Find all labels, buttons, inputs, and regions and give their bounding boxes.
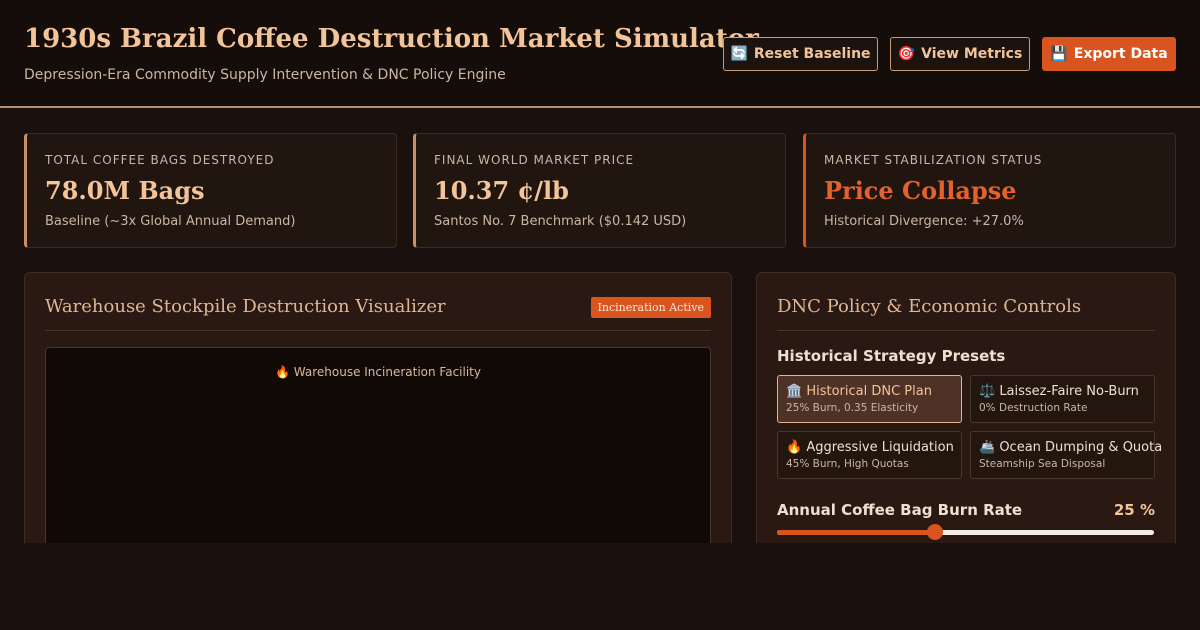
burn-rate-value: 25 % [1113, 501, 1155, 519]
visualizer-title: Warehouse Stockpile Destruction Visualiz… [45, 296, 446, 317]
preset-name: 🏛️ Historical DNC Plan [786, 384, 932, 399]
background [0, 543, 1200, 630]
stat-label: MARKET STABILIZATION STATUS [824, 153, 1043, 167]
slider-thumb[interactable] [927, 524, 944, 540]
divider [45, 330, 711, 331]
reset-baseline-label: Reset Baseline [753, 46, 871, 62]
preset-desc: 45% Burn, High Quotas [786, 458, 909, 470]
view-metrics-button[interactable]: 🎯 View Metrics [890, 37, 1030, 71]
preset-historical-dnc-plan[interactable]: 🏛️ Historical DNC Plan 25% Burn, 0.35 El… [777, 375, 962, 423]
stat-card-stabilization-status: MARKET STABILIZATION STATUS Price Collap… [803, 133, 1176, 248]
preset-name: 🚢 Ocean Dumping & Quota [979, 440, 1163, 455]
preset-ocean-dumping[interactable]: 🚢 Ocean Dumping & Quota Steamship Sea Di… [970, 431, 1162, 479]
presets-heading: Historical Strategy Presets [777, 347, 1006, 365]
controls-panel: DNC Policy & Economic Controls Historica… [756, 272, 1176, 572]
divider [777, 330, 1155, 331]
export-data-label: Export Data [1073, 46, 1168, 62]
stat-value: 78.0M Bags [45, 176, 205, 205]
stat-card-market-price: FINAL WORLD MARKET PRICE 10.37 ¢/lb Sant… [413, 133, 786, 248]
preset-desc: 0% Destruction Rate [979, 402, 1088, 414]
stat-subtext: Santos No. 7 Benchmark ($0.142 USD) [434, 214, 687, 229]
stat-card-bags-destroyed: TOTAL COFFEE BAGS DESTROYED 78.0M Bags B… [24, 133, 397, 248]
reset-baseline-button[interactable]: 🔄 Reset Baseline [723, 37, 878, 71]
controls-title: DNC Policy & Economic Controls [777, 296, 1082, 317]
slider-fill [777, 530, 936, 535]
export-data-button[interactable]: 💾 Export Data [1042, 37, 1176, 71]
visualizer-panel: Warehouse Stockpile Destruction Visualiz… [24, 272, 732, 572]
stat-subtext: Historical Divergence: +27.0% [824, 214, 1024, 229]
page-subtitle: Depression-Era Commodity Supply Interven… [24, 67, 506, 83]
stat-value: 10.37 ¢/lb [434, 176, 569, 205]
refresh-icon: 🔄 [730, 46, 748, 62]
burn-rate-slider[interactable] [777, 524, 1154, 540]
preset-aggressive-liquidation[interactable]: 🔥 Aggressive Liquidation 45% Burn, High … [777, 431, 962, 479]
burn-rate-label: Annual Coffee Bag Burn Rate [777, 501, 1023, 519]
incineration-canvas[interactable]: 🔥 Warehouse Incineration Facility [45, 347, 711, 567]
preset-laissez-faire[interactable]: ⚖️ Laissez-Faire No-Burn 0% Destruction … [970, 375, 1155, 423]
app-header: 1930s Brazil Coffee Destruction Market S… [0, 0, 1200, 108]
status-badge: Incineration Active [590, 297, 711, 318]
target-icon: 🎯 [897, 46, 916, 62]
preset-desc: Steamship Sea Disposal [979, 458, 1106, 470]
stat-subtext: Baseline (~3x Global Annual Demand) [45, 214, 296, 229]
floppy-disk-icon: 💾 [1050, 46, 1068, 62]
page-title: 1930s Brazil Coffee Destruction Market S… [24, 24, 759, 54]
preset-name: 🔥 Aggressive Liquidation [786, 440, 954, 455]
stat-value: Price Collapse [824, 176, 1017, 205]
stat-label: TOTAL COFFEE BAGS DESTROYED [45, 153, 275, 167]
view-metrics-label: View Metrics [921, 46, 1023, 62]
stat-label: FINAL WORLD MARKET PRICE [434, 153, 635, 167]
preset-desc: 25% Burn, 0.35 Elasticity [786, 402, 919, 414]
facility-label: 🔥 Warehouse Incineration Facility [275, 365, 481, 379]
preset-name: ⚖️ Laissez-Faire No-Burn [979, 384, 1139, 399]
